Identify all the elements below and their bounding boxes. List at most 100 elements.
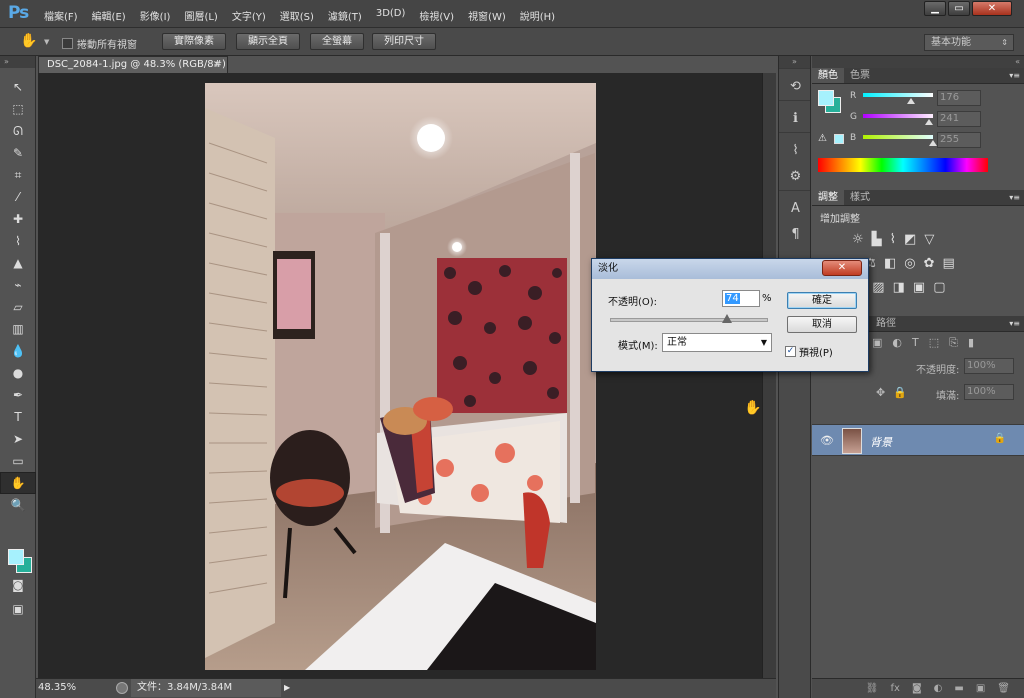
panel-menu-icon[interactable]: ▾≡ [1009,316,1020,332]
lasso-tool-icon[interactable]: ᘏ [0,120,36,142]
healing-brush-tool-icon[interactable]: ✚ [0,208,36,230]
vertical-scrollbar[interactable] [762,73,776,678]
minimize-button[interactable]: ▁ [924,1,946,16]
color-lookup-icon[interactable]: ▤ [943,256,955,271]
dialog-close-button[interactable]: ✕ [822,260,862,276]
quick-select-tool-icon[interactable]: ✎ [0,142,36,164]
r-slider-knob[interactable] [907,98,916,104]
dodge-tool-icon[interactable]: ● [0,362,36,384]
selective-color-icon[interactable]: ▢ [933,280,945,295]
brightness-icon[interactable]: ☼ [852,232,864,247]
strip-collapse-icon[interactable]: » [779,56,810,68]
type-tool-icon[interactable]: T [0,406,36,428]
gamut-swatch[interactable] [834,134,844,144]
menu-item-0[interactable]: 檔案(F) [44,8,86,23]
b-slider-knob[interactable] [929,140,937,146]
preview-checkbox[interactable]: ✓ [785,346,796,357]
panel-fg-swatch[interactable] [818,90,834,106]
g-slider-knob[interactable] [925,119,934,125]
filter-toggle-icon[interactable]: ▮ [968,336,974,350]
gradient-map-icon[interactable]: ▣ [913,280,925,295]
adjust-panel-icon[interactable]: ⚙ [779,164,812,190]
color-spectrum[interactable] [818,158,988,172]
panel-menu-icon[interactable]: ▾≡ [1009,68,1020,84]
menu-item-4[interactable]: 文字(Y) [232,8,274,23]
new-layer-icon[interactable]: ▣ [976,683,985,694]
layer-name[interactable]: 背景 [870,434,892,450]
print-size-button[interactable]: 列印尺寸 [372,33,436,50]
g-value[interactable]: 241 [937,111,981,127]
fill-screen-button[interactable]: 全螢幕 [310,33,364,50]
visibility-eye-icon[interactable]: 👁 [820,434,834,447]
scroll-all-windows[interactable]: 捲動所有視窗 [62,36,137,51]
gamut-warning-icon[interactable]: ⚠ [818,133,827,144]
restore-button[interactable]: ▭ [948,1,970,16]
gradient-tool-icon[interactable]: ▥ [0,318,36,340]
brush-panel-icon[interactable]: ⌇ [779,138,812,164]
menu-item-8[interactable]: 檢視(V) [419,8,462,23]
info-panel-icon[interactable]: ℹ [779,106,812,132]
channel-mixer-icon[interactable]: ✿ [924,256,935,271]
zoom-tool-icon[interactable]: 🔍 [0,494,36,516]
lock-move-icon[interactable]: ✥ [876,386,885,399]
tab-color[interactable]: 顏色 [812,68,844,83]
shape-filter-icon[interactable]: ⬚ [929,336,939,350]
photo-filter-icon[interactable]: ◎ [904,256,915,271]
curves-icon[interactable]: ⌇ [890,232,896,247]
menu-item-3[interactable]: 圖層(L) [184,8,225,23]
move-tool-icon[interactable]: ↖ [0,76,36,98]
toolbox-collapse-icon[interactable]: » [0,56,35,68]
mode-select[interactable]: 正常 ▼ [662,333,772,352]
foreground-color-swatch[interactable] [8,549,24,565]
screen-mode-icon[interactable]: ▣ [0,598,36,620]
pen-tool-icon[interactable]: ✒ [0,384,36,406]
chevron-down-icon[interactable]: ▼ [44,38,49,46]
exposure-icon[interactable]: ◩ [904,232,916,247]
g-slider[interactable] [863,114,933,118]
close-tab-icon[interactable]: × [213,57,221,73]
image-filter-icon[interactable]: ▣ [872,336,882,350]
add-mask-icon[interactable]: ◙ [912,683,922,694]
tab-styles[interactable]: 樣式 [844,190,876,205]
opacity-slider-knob[interactable] [721,314,732,323]
menu-item-2[interactable]: 影像(I) [140,8,179,23]
history-panel-icon[interactable]: ⟲ [779,74,812,100]
stamp-tool-icon[interactable]: ▲ [0,252,36,274]
menu-item-5[interactable]: 選取(S) [280,8,322,23]
new-adjustment-icon[interactable]: ◐ [934,683,943,694]
document-image[interactable] [205,83,596,670]
lock-all-icon[interactable]: 🔒 [893,386,907,399]
menu-item-7[interactable]: 3D(D) [376,8,414,23]
quick-mask-icon[interactable]: ◙ [0,574,36,596]
chevron-right-icon[interactable]: ▶ [284,679,290,697]
b-value[interactable]: 255 [937,132,981,148]
new-group-icon[interactable]: ▬ [954,683,963,694]
tab-swatches[interactable]: 色票 [844,68,876,83]
link-layers-icon[interactable]: ⛓ [866,683,879,694]
status-icon[interactable] [116,682,128,694]
document-tab[interactable]: DSC_2084-1.jpg @ 48.3% (RGB/8#) * × [38,56,228,86]
fill-input[interactable]: 100% [964,384,1014,400]
crop-tool-icon[interactable]: ⌗ [0,164,36,186]
vibrance-icon[interactable]: ▽ [924,232,934,247]
posterize-icon[interactable]: ▨ [872,280,884,295]
hand-tool-preset-icon[interactable]: ✋ [20,33,37,49]
fit-screen-button[interactable]: 顯示全頁 [236,33,300,50]
panel-menu-icon[interactable]: ▾≡ [1009,190,1020,206]
adjust-filter-icon[interactable]: ◐ [892,336,902,350]
paragraph-panel-icon[interactable]: ¶ [779,222,812,248]
menu-item-10[interactable]: 說明(H) [520,8,563,23]
opacity-field[interactable]: 74 [722,290,760,307]
tab-paths[interactable]: 路徑 [870,316,902,331]
shape-tool-icon[interactable]: ▭ [0,450,36,472]
r-slider[interactable] [863,93,933,97]
history-brush-tool-icon[interactable]: ⌁ [0,274,36,296]
trash-icon[interactable]: 🗑 [997,683,1010,694]
character-panel-icon[interactable]: A [779,196,812,222]
zoom-level[interactable]: 48.35% [38,679,76,697]
menu-item-6[interactable]: 濾鏡(T) [328,8,370,23]
hand-tool-icon[interactable]: ✋ [0,472,36,494]
menu-item-1[interactable]: 編輯(E) [92,8,134,23]
eyedropper-tool-icon[interactable]: ⁄ [0,186,36,208]
threshold-icon[interactable]: ◨ [893,280,905,295]
